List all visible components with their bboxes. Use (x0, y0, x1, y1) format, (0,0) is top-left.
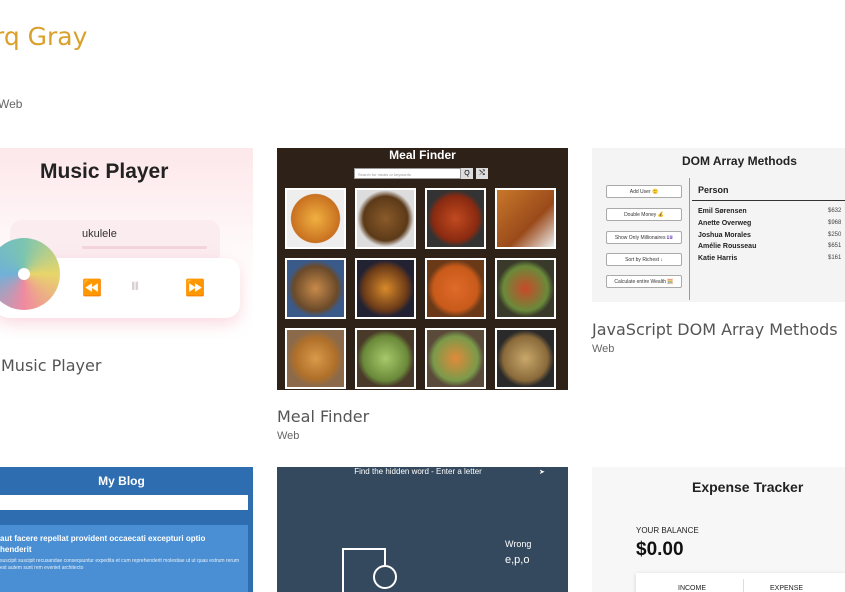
add-user-button: Add User 🙂 (606, 185, 682, 198)
thumb-heading: Music Player (40, 160, 169, 183)
balance-value: $0.00 (636, 539, 684, 560)
show-millionaires-button: Show Only Millionaires 💷 (606, 231, 682, 244)
thumb-heading: Find the hidden word - Enter a letter (354, 467, 482, 476)
person-money: $161 (828, 255, 842, 261)
divider (743, 579, 744, 592)
expense-label: EXPENSE (770, 585, 804, 592)
calculate-wealth-button: Calculate entire Wealth 🧮 (606, 275, 682, 288)
cursor-icon: ➤ (539, 469, 545, 476)
thumb-heading: Expense Tracker (692, 479, 804, 495)
person-name: Anette Overweg (698, 220, 752, 227)
divider (692, 200, 845, 201)
meal-image (285, 328, 346, 389)
meal-image (495, 328, 556, 389)
project-title-music-player[interactable]: Music Player (1, 356, 101, 375)
meal-image (355, 328, 416, 389)
income-expense-box (636, 573, 845, 592)
person-money: $968 (828, 220, 842, 226)
meal-image (425, 328, 486, 389)
project-title-dom-array[interactable]: JavaScript DOM Array Methods (592, 320, 838, 339)
person-money: $651 (828, 243, 842, 249)
meal-image (425, 258, 486, 319)
person-name: Emil Sørensen (698, 208, 747, 215)
meal-image (495, 188, 556, 249)
thumb-heading: My Blog (98, 474, 145, 488)
double-money-button: Double Money 💰 (606, 208, 682, 221)
blog-thumbnail[interactable]: My Blog aut facere repellat provident oc… (0, 467, 253, 592)
dom-array-thumbnail[interactable]: DOM Array Methods Add User 🙂 Double Mone… (592, 148, 845, 302)
portfolio-category: Web (0, 97, 23, 111)
hangman-figure (342, 548, 397, 592)
person-money: $632 (828, 208, 842, 214)
search-icon: Q (461, 168, 473, 179)
prev-icon: ⏪ (82, 280, 102, 297)
song-title: ukulele (82, 228, 117, 240)
music-player-thumbnail[interactable]: Music Player ukulele ⏪ ⏸ ⏩ (0, 148, 253, 339)
filter-input (0, 495, 248, 510)
progress-bar (82, 246, 207, 249)
meal-image (425, 188, 486, 249)
person-name: Katie Harris (698, 255, 738, 262)
wrong-letters: e,p,o (505, 554, 530, 566)
meal-image (285, 188, 346, 249)
thumb-heading: DOM Array Methods (682, 154, 797, 168)
post-title: aut facere repellat provident occaecati … (0, 534, 206, 554)
project-category: Web (277, 430, 300, 442)
thumb-heading: Meal Finder (389, 148, 456, 162)
search-input: Search for meals or keywords (354, 168, 461, 179)
expense-tracker-thumbnail[interactable]: Expense Tracker YOUR BALANCE $0.00 INCOM… (592, 467, 845, 592)
disc-hole (18, 268, 30, 280)
post-body: suscipit suscipit recusandae consequuntu… (0, 558, 240, 571)
meal-image (285, 258, 346, 319)
person-money: $250 (828, 232, 842, 238)
shuffle-icon: ⤭ (476, 168, 488, 179)
portfolio-name: rq Gray (0, 22, 88, 51)
meal-image (355, 258, 416, 319)
meal-finder-thumbnail[interactable]: Meal Finder Search for meals or keywords… (277, 148, 568, 390)
column-header: Person (698, 185, 729, 195)
person-name: Joshua Morales (698, 232, 751, 239)
project-title-meal-finder[interactable]: Meal Finder (277, 407, 369, 426)
wrong-label: Wrong (505, 539, 532, 549)
meal-image (355, 188, 416, 249)
balance-label: YOUR BALANCE (636, 526, 699, 535)
hangman-thumbnail[interactable]: Find the hidden word - Enter a letter ➤ … (277, 467, 568, 592)
project-category: Web (592, 343, 615, 355)
income-label: INCOME (678, 585, 706, 592)
sort-richest-button: Sort by Richest ↓ (606, 253, 682, 266)
person-name: Amélie Rousseau (698, 243, 757, 250)
divider (689, 178, 690, 300)
meal-image (495, 258, 556, 319)
pause-icon: ⏸ (130, 275, 140, 297)
next-icon: ⏩ (185, 280, 205, 297)
